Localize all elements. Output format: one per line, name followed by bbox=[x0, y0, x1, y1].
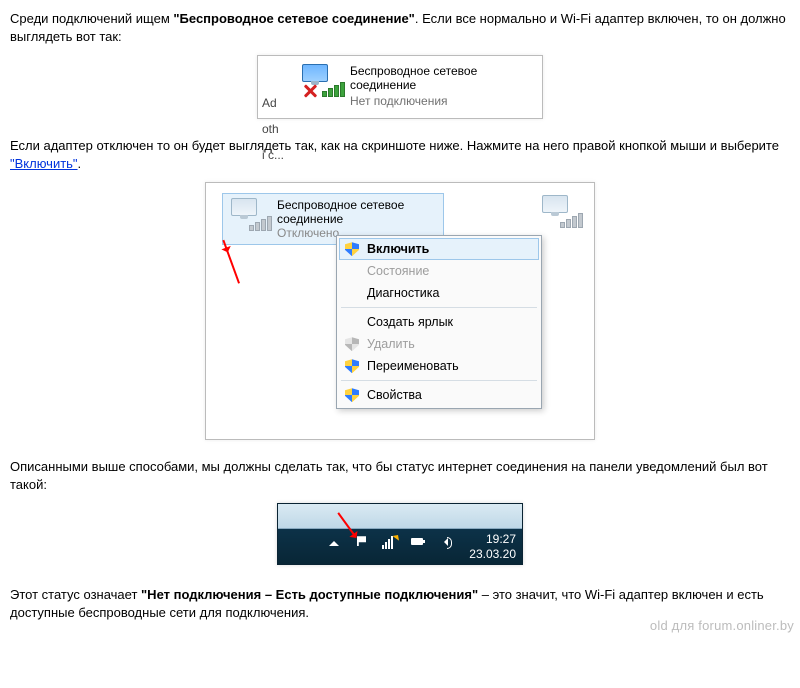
menu-enable[interactable]: Включить bbox=[339, 238, 539, 260]
tray-overflow-icon[interactable] bbox=[326, 534, 342, 550]
network-available-star-icon bbox=[392, 530, 403, 541]
sound-icon[interactable] bbox=[438, 534, 454, 550]
para-2: Если адаптер отключен то он будет выгляд… bbox=[10, 137, 790, 172]
system-tray bbox=[326, 534, 454, 550]
shield-icon bbox=[345, 242, 359, 256]
adapter-title: Беспроводное сетевое соединение bbox=[350, 64, 477, 92]
menu-separator bbox=[341, 380, 537, 381]
screenshot-adapter-disabled: Беспроводное сетевое соединение Отключен… bbox=[205, 182, 595, 440]
window-bar bbox=[278, 504, 522, 529]
red-x-icon bbox=[303, 84, 317, 98]
menu-properties[interactable]: Свойства bbox=[339, 384, 539, 406]
signal-bars-grey-icon bbox=[249, 217, 272, 231]
adapter-disabled-icon bbox=[227, 198, 269, 234]
context-menu: Включить Состояние Диагностика Создать я… bbox=[336, 235, 542, 409]
cut-edge-labels: Ad oth і с... bbox=[262, 84, 284, 174]
para1-bold: "Беспроводное сетевое соединение" bbox=[173, 11, 414, 26]
red-arrow-icon bbox=[222, 240, 240, 284]
figure-1: Ad oth і с... Беспроводное сетевое соеди… bbox=[10, 55, 790, 119]
adapter-status: Нет подключения bbox=[350, 94, 477, 108]
screenshot-adapter-enabled: Ad oth і с... Беспроводное сетевое соеди… bbox=[257, 55, 543, 119]
menu-separator bbox=[341, 307, 537, 308]
action-center-icon[interactable] bbox=[354, 534, 370, 550]
blank-icon bbox=[345, 286, 359, 300]
figure-3: 19:27 23.03.20 bbox=[10, 503, 790, 568]
enable-link[interactable]: "Включить" bbox=[10, 156, 78, 171]
menu-diagnostics[interactable]: Диагностика bbox=[339, 282, 539, 304]
blank-icon bbox=[345, 264, 359, 278]
figure-2: Беспроводное сетевое соединение Отключен… bbox=[10, 182, 790, 440]
blank-icon bbox=[345, 315, 359, 329]
system-clock[interactable]: 19:27 23.03.20 bbox=[469, 532, 516, 562]
para-4: Этот статус означает "Нет подключения – … bbox=[10, 586, 790, 621]
shield-icon bbox=[345, 388, 359, 402]
para4-bold: "Нет подключения – Есть доступные подклю… bbox=[141, 587, 478, 602]
monitor-icon bbox=[302, 64, 328, 82]
menu-status[interactable]: Состояние bbox=[339, 260, 539, 282]
screenshot-taskbar: 19:27 23.03.20 bbox=[277, 503, 523, 565]
monitor-grey-icon bbox=[542, 195, 568, 213]
signal-bars-icon bbox=[322, 83, 345, 97]
menu-rename[interactable]: Переименовать bbox=[339, 355, 539, 377]
menu-delete[interactable]: Удалить bbox=[339, 333, 539, 355]
watermark: old для forum.onliner.by bbox=[650, 618, 794, 633]
power-icon[interactable] bbox=[410, 534, 426, 550]
adapter-icon bbox=[300, 64, 342, 100]
shield-icon bbox=[345, 359, 359, 373]
adapter-title-2: Беспроводное сетевое соединение bbox=[277, 198, 404, 226]
monitor-grey-icon bbox=[231, 198, 257, 216]
signal-bars-grey-icon bbox=[560, 214, 583, 228]
ghost-adapter-icon bbox=[538, 195, 580, 231]
para-3: Описанными выше способами, мы должны сде… bbox=[10, 458, 790, 493]
shield-icon bbox=[345, 337, 359, 351]
menu-create-shortcut[interactable]: Создать ярлык bbox=[339, 311, 539, 333]
para-1: Среди подключений ищем "Беспроводное сет… bbox=[10, 10, 790, 45]
network-icon[interactable] bbox=[382, 535, 398, 549]
